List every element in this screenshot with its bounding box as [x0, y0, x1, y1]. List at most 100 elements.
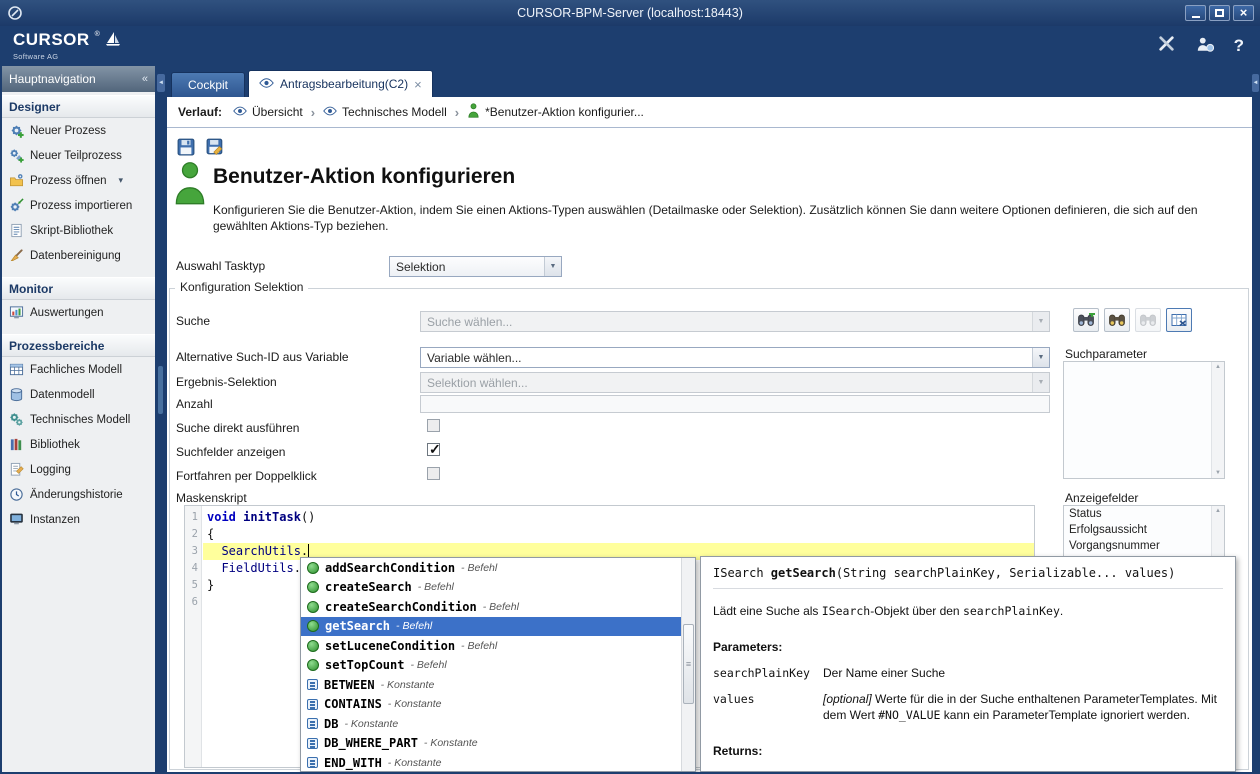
autocomplete-item[interactable]: createSearchCondition- Befehl: [301, 597, 681, 617]
direkt-label: Suche direkt ausführen: [176, 421, 299, 435]
sidebar-item-neuer-prozess[interactable]: Neuer Prozess: [2, 118, 155, 143]
doppelklick-checkbox[interactable]: [427, 467, 440, 480]
autocomplete-item[interactable]: END_WITH- Konstante: [301, 753, 681, 772]
autocomplete-item[interactable]: addSearchCondition- Befehl: [301, 558, 681, 578]
list-item[interactable]: Status: [1064, 506, 1224, 522]
search-add-button[interactable]: [1073, 308, 1099, 332]
scrollbar[interactable]: [1211, 362, 1224, 478]
logo-bar: CURSOR ® Software AG ?: [0, 26, 1260, 66]
suchparameter-listbox[interactable]: [1063, 361, 1225, 479]
sailboat-icon: [105, 31, 121, 51]
suche-placeholder: Suche wählen...: [427, 315, 512, 329]
autocomplete-item[interactable]: CONTAINS- Konstante: [301, 695, 681, 715]
sidebar-item-auswertungen[interactable]: Auswertungen: [2, 300, 155, 325]
window-title: CURSOR-BPM-Server (localhost:18443): [0, 6, 1260, 20]
sidebar-item-neuer-teilprozess[interactable]: Neuer Teilprozess: [2, 143, 155, 168]
scrollbar-thumb[interactable]: [683, 624, 694, 704]
list-item[interactable]: Vorgangsnummer: [1064, 538, 1224, 554]
sidebar-splitter[interactable]: [155, 66, 167, 772]
tab-antragsbearbeitung[interactable]: Antragsbearbeitung(C2): [248, 70, 433, 97]
command-icon: [307, 601, 319, 613]
breadcrumb-technisches-modell[interactable]: Technisches Modell: [323, 105, 447, 119]
autocomplete-item[interactable]: setTopCount- Befehl: [301, 656, 681, 676]
doc-parameters-heading: Parameters:: [713, 639, 1223, 655]
brand-subtitle: Software AG: [13, 52, 121, 61]
minimize-button[interactable]: [1185, 5, 1206, 21]
save-button[interactable]: [176, 137, 196, 157]
sidebar-item-aenderungshistorie[interactable]: Änderungshistorie: [2, 482, 155, 507]
tools-icon[interactable]: [1157, 34, 1176, 58]
reports-icon: [9, 305, 24, 320]
open-process-icon: [9, 173, 24, 188]
doc-returns-heading: Returns:: [713, 743, 1223, 759]
chevron-down-icon[interactable]: [119, 175, 124, 186]
suche-select[interactable]: Suche wählen...: [420, 311, 1050, 332]
maskenskript-label: Maskenskript: [176, 491, 247, 505]
new-process-icon: [9, 123, 24, 138]
sidebar-item-label: Fachliches Modell: [30, 364, 122, 376]
sidebar-item-label: Datenbereinigung: [30, 250, 121, 262]
tab-cockpit[interactable]: Cockpit: [171, 72, 245, 97]
sidebar-item-datenbereinigung[interactable]: Datenbereinigung: [2, 243, 155, 268]
ergebnis-placeholder: Selektion wählen...: [427, 376, 528, 390]
sidebar-header: Hauptnavigation: [2, 66, 155, 92]
tab-close-icon[interactable]: [414, 78, 422, 91]
sidebar-item-skript-bibliothek[interactable]: Skript-Bibliothek: [2, 218, 155, 243]
sidebar-item-prozess-importieren[interactable]: Prozess importieren: [2, 193, 155, 218]
eye-icon: [233, 105, 247, 119]
autocomplete-item-selected[interactable]: getSearch- Befehl: [301, 617, 681, 637]
direkt-checkbox[interactable]: [427, 419, 440, 432]
list-item[interactable]: Erfolgsaussicht: [1064, 522, 1224, 538]
titlebar: CURSOR-BPM-Server (localhost:18443): [0, 0, 1260, 26]
sidebar-body: Designer Neuer Prozess Neuer Teilprozess…: [2, 92, 155, 772]
command-icon: [307, 620, 319, 632]
sidebar-item-label: Neuer Prozess: [30, 125, 106, 137]
breadcrumb-benutzer-aktion[interactable]: *Benutzer-Aktion konfigurier...: [467, 103, 644, 121]
data-model-icon: [9, 387, 24, 402]
doc-returns-value: Das Suchobjekt: [713, 768, 1223, 772]
sidebar-item-prozess-oeffnen[interactable]: Prozess öffnen: [2, 168, 155, 193]
autocomplete-item[interactable]: DB- Konstante: [301, 714, 681, 734]
sidebar-item-logging[interactable]: Logging: [2, 457, 155, 482]
autocomplete-item[interactable]: createSearch- Befehl: [301, 578, 681, 598]
suchfelder-checkbox[interactable]: [427, 443, 440, 456]
eye-icon: [259, 77, 274, 91]
scrollbar[interactable]: [681, 558, 695, 771]
splitter-grip[interactable]: [158, 366, 163, 414]
anzahl-input[interactable]: [420, 395, 1050, 413]
group-legend: Konfiguration Selektion: [175, 280, 308, 294]
sidebar-item-bibliothek[interactable]: Bibliothek: [2, 432, 155, 457]
sidebar-section-designer: Designer: [2, 95, 155, 118]
script-library-icon: [9, 223, 24, 238]
tasktyp-select[interactable]: Selektion: [389, 256, 562, 277]
help-icon[interactable]: ?: [1234, 36, 1244, 56]
sidebar-item-label: Prozess öffnen: [30, 175, 107, 187]
autocomplete-item[interactable]: BETWEEN- Konstante: [301, 675, 681, 695]
splitter-collapse-icon[interactable]: [157, 74, 165, 92]
right-panel-collapse-icon[interactable]: [1252, 74, 1259, 92]
search-edit-button[interactable]: [1104, 308, 1130, 332]
sidebar-item-instanzen[interactable]: Instanzen: [2, 507, 155, 532]
sidebar-item-label: Auswertungen: [30, 307, 104, 319]
breadcrumb-uebersicht[interactable]: Übersicht: [233, 105, 303, 119]
sidebar-item-technisches-modell[interactable]: Technisches Modell: [2, 407, 155, 432]
variable-placeholder: Variable wählen...: [427, 351, 522, 365]
breadcrumb-prefix: Verlauf:: [178, 105, 222, 119]
ergebnis-select[interactable]: Selektion wählen...: [420, 372, 1050, 393]
page-body: Benutzer-Aktion konfigurieren Konfigurie…: [167, 128, 1252, 772]
command-icon: [307, 581, 319, 593]
autocomplete-item[interactable]: setLuceneCondition- Befehl: [301, 636, 681, 656]
sidebar-item-fachliches-modell[interactable]: Fachliches Modell: [2, 357, 155, 382]
close-button[interactable]: [1233, 5, 1254, 21]
sidebar-item-label: Änderungshistorie: [30, 489, 123, 501]
autocomplete-item[interactable]: DB_WHERE_PART- Konstante: [301, 734, 681, 754]
tasktyp-label: Auswahl Tasktyp: [176, 259, 265, 273]
sidebar-item-datenmodell[interactable]: Datenmodell: [2, 382, 155, 407]
brand-name: CURSOR: [13, 31, 90, 48]
variable-select[interactable]: Variable wählen...: [420, 347, 1050, 368]
maximize-button[interactable]: [1209, 5, 1230, 21]
save-as-button[interactable]: [205, 137, 225, 157]
user-settings-icon[interactable]: [1196, 36, 1214, 57]
result-table-button[interactable]: [1166, 308, 1192, 332]
sidebar-collapse-icon[interactable]: [142, 73, 148, 85]
